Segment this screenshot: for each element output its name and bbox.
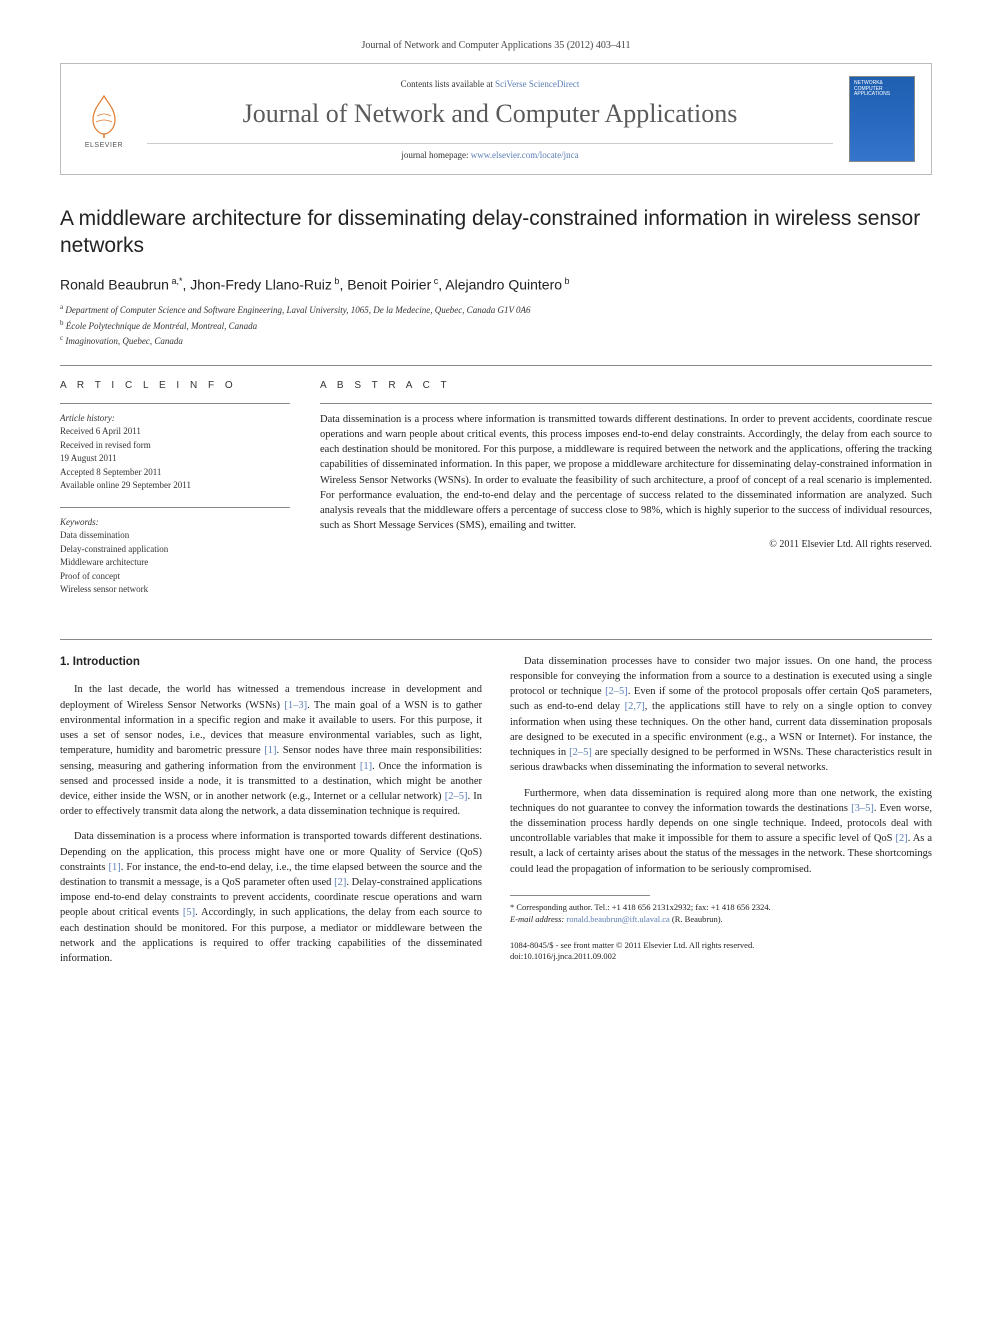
history-heading: Article history:	[60, 412, 290, 426]
history-line: Available online 29 September 2011	[60, 479, 290, 493]
citation-link[interactable]: [5]	[183, 907, 195, 918]
body-paragraph: Furthermore, when data dissemination is …	[510, 786, 932, 877]
authors-line: Ronald Beaubrun a,*, Jhon-Fredy Llano-Ru…	[60, 276, 932, 293]
section-heading-introduction: 1. Introduction	[60, 654, 482, 671]
author-3: Benoit Poirier	[347, 276, 431, 292]
elsevier-logo: ELSEVIER	[77, 89, 131, 149]
citation-link[interactable]: [1]	[109, 862, 121, 873]
abstract-body: Data dissemination is a process where in…	[320, 414, 932, 532]
keyword: Proof of concept	[60, 570, 290, 584]
corresponding-star-icon: *	[179, 276, 183, 286]
affiliation-b: b École Polytechnique de Montréal, Montr…	[60, 318, 932, 334]
author-2: Jhon-Fredy Llano-Ruiz	[190, 276, 332, 292]
journal-homepage-link[interactable]: www.elsevier.com/locate/jnca	[471, 150, 579, 160]
contents-prefix: Contents lists available at	[401, 79, 495, 89]
keyword: Middleware architecture	[60, 556, 290, 570]
affiliation-a: a Department of Computer Science and Sof…	[60, 302, 932, 318]
citation-link[interactable]: [2–5]	[445, 791, 468, 802]
keyword: Wireless sensor network	[60, 583, 290, 597]
keywords-heading: Keywords:	[60, 516, 290, 530]
running-header: Journal of Network and Computer Applicat…	[60, 40, 932, 51]
author-1: Ronald Beaubrun	[60, 276, 169, 292]
doi-line: doi:10.1016/j.jnca.2011.09.002	[510, 951, 932, 963]
body-paragraph: In the last decade, the world has witnes…	[60, 682, 482, 819]
article-title: A middleware architecture for disseminat…	[60, 205, 932, 260]
cover-text: NETWORK& COMPUTER APPLICATIONS	[854, 81, 910, 98]
article-info-label: A R T I C L E I N F O	[60, 380, 290, 391]
citation-link[interactable]: [2]	[895, 833, 907, 844]
email-line: E-mail address: ronald.beaubrun@ift.ulav…	[510, 914, 932, 926]
email-link[interactable]: ronald.beaubrun@ift.ulaval.ca	[566, 914, 669, 924]
history-line: Received 6 April 2011	[60, 425, 290, 439]
divider	[60, 365, 932, 366]
journal-homepage-line: journal homepage: www.elsevier.com/locat…	[147, 143, 833, 160]
citation-link[interactable]: [2–5]	[605, 686, 628, 697]
author-4-aff: b	[562, 276, 570, 286]
author-4: Alejandro Quintero	[445, 276, 562, 292]
contents-available-line: Contents lists available at SciVerse Sci…	[147, 79, 833, 89]
keyword: Delay-constrained application	[60, 543, 290, 557]
author-3-aff: c	[431, 276, 438, 286]
banner-center: Contents lists available at SciVerse Sci…	[147, 79, 833, 160]
front-matter-line: 1084-8045/$ - see front matter © 2011 El…	[510, 940, 932, 952]
citation-link[interactable]: [1–3]	[284, 700, 307, 711]
citation-link[interactable]: [1]	[360, 761, 372, 772]
abstract-column: A B S T R A C T Data dissemination is a …	[320, 380, 932, 611]
keywords-block: Keywords: Data dissemination Delay-const…	[60, 507, 290, 597]
keyword: Data dissemination	[60, 529, 290, 543]
info-abstract-row: A R T I C L E I N F O Article history: R…	[60, 380, 932, 611]
article-history: Article history: Received 6 April 2011 R…	[60, 403, 290, 493]
body-paragraph: Data dissemination is a process where in…	[60, 829, 482, 966]
author-1-aff: a,	[169, 276, 179, 286]
citation-link[interactable]: [2,7]	[625, 701, 645, 712]
footer-block: 1084-8045/$ - see front matter © 2011 El…	[510, 940, 932, 964]
history-line: Accepted 8 September 2011	[60, 466, 290, 480]
journal-title: Journal of Network and Computer Applicat…	[147, 99, 833, 129]
affiliation-c: c Imaginovation, Quebec, Canada	[60, 333, 932, 349]
affiliations: a Department of Computer Science and Sof…	[60, 302, 932, 349]
body-columns: 1. Introduction In the last decade, the …	[60, 654, 932, 970]
citation-link[interactable]: [3–5]	[851, 803, 874, 814]
history-line: 19 August 2011	[60, 452, 290, 466]
body-paragraph: Data dissemination processes have to con…	[510, 654, 932, 776]
citation-link[interactable]: [2–5]	[569, 747, 592, 758]
journal-cover-thumb: NETWORK& COMPUTER APPLICATIONS	[849, 76, 915, 162]
author-2-aff: b	[332, 276, 340, 286]
citation-link[interactable]: [1]	[264, 745, 276, 756]
sciencedirect-link[interactable]: SciVerse ScienceDirect	[495, 79, 579, 89]
journal-banner: ELSEVIER Contents lists available at Sci…	[60, 63, 932, 175]
homepage-prefix: journal homepage:	[401, 150, 470, 160]
divider	[60, 639, 932, 640]
article-info-column: A R T I C L E I N F O Article history: R…	[60, 380, 290, 611]
corr-line: * Corresponding author. Tel.: +1 418 656…	[510, 902, 932, 914]
corresponding-author-footnote: * Corresponding author. Tel.: +1 418 656…	[510, 902, 932, 926]
abstract-copyright: © 2011 Elsevier Ltd. All rights reserved…	[320, 538, 932, 553]
history-line: Received in revised form	[60, 439, 290, 453]
citation-link[interactable]: [2]	[334, 877, 346, 888]
elsevier-label: ELSEVIER	[85, 142, 123, 149]
abstract-text: Data dissemination is a process where in…	[320, 403, 932, 552]
elsevier-tree-icon	[79, 90, 129, 140]
abstract-label: A B S T R A C T	[320, 380, 932, 391]
footnote-separator	[510, 895, 650, 896]
